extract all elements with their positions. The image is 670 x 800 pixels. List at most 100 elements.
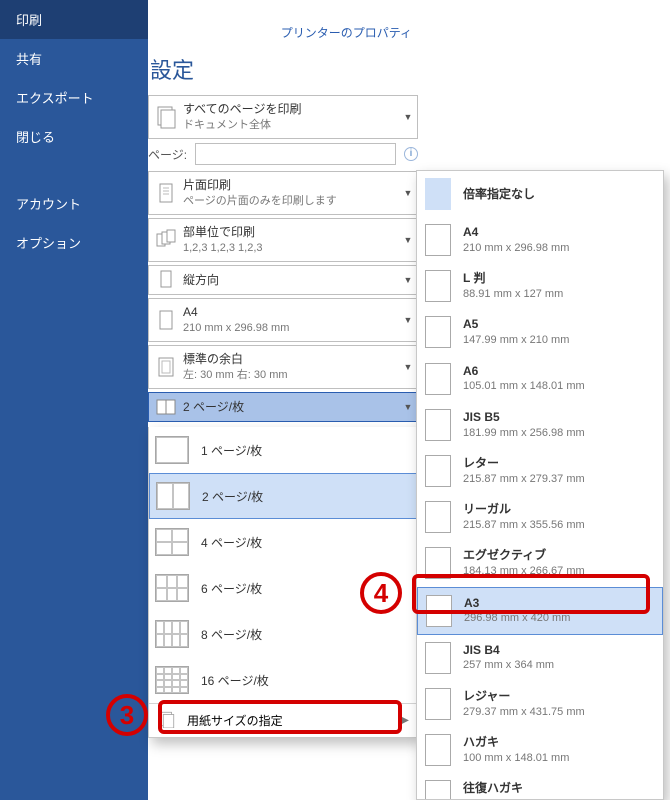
paper-name: JIS B5 [463,409,585,426]
paper-name: A3 [464,595,570,612]
setting-sub: 210 mm x 296.98 mm [183,321,399,336]
paper-name: L 判 [463,270,563,287]
pages-label: ページ: [148,146,187,163]
sidebar-label: アカウント [16,197,81,212]
paper-swatch-icon [426,595,452,627]
paper-swatch-icon [425,224,451,256]
paper-dim: 210 mm x 296.98 mm [463,241,569,256]
setting-label: 部単位で印刷 [183,224,399,240]
paper-dim: 100 mm x 148.01 mm [463,751,569,766]
paper-name: A5 [463,316,569,333]
pps-option-label: 6 ページ/枚 [201,580,262,597]
paper-name: JIS B4 [463,642,554,659]
paper-size-option[interactable]: ハガキ100 mm x 148.01 mm [417,727,663,773]
paper-size-option[interactable]: 倍率指定なし [417,171,663,217]
pps-option-label: 16 ページ/枚 [201,672,269,689]
setting-sides[interactable]: 片面印刷 ページの片面のみを印刷します ▼ [148,171,418,215]
pps-option[interactable]: 2 ページ/枚 [149,473,417,519]
pps-option[interactable]: 4 ページ/枚 [149,519,417,565]
paper-size-option[interactable]: JIS B5181.99 mm x 256.98 mm [417,402,663,448]
paper-swatch-icon [425,270,451,302]
info-icon[interactable]: i [404,147,418,161]
chevron-down-icon: ▼ [399,275,417,285]
setting-label: 2 ページ/枚 [183,399,399,415]
paper-swatch-icon [425,642,451,674]
pages-per-sheet-menu: 1 ページ/枚 2 ページ/枚4 ページ/枚 6 ページ/枚 8 ページ/枚 16 ペー… [148,427,418,738]
setting-label: A4 [183,304,399,320]
sidebar-item-options[interactable]: オプション [0,223,148,262]
setting-print-range[interactable]: すべてのページを印刷 ドキュメント全体 ▼ [148,95,418,139]
paper-dim: 215.87 mm x 279.37 mm [463,472,585,487]
printer-properties-link[interactable]: プリンターのプロパティ [148,6,418,51]
paper-dim: 279.37 mm x 431.75 mm [463,705,585,720]
sidebar-item-share[interactable]: 共有 [0,39,148,78]
paper-dim: 147.99 mm x 210 mm [463,333,569,348]
setting-sub: 1,2,3 1,2,3 1,2,3 [183,241,399,256]
setting-orientation[interactable]: 縦方向 ▼ [148,265,418,295]
sidebar-item-export[interactable]: エクスポート [0,78,148,117]
paper-size-option[interactable]: リーガル215.87 mm x 355.56 mm [417,494,663,540]
paper-name: A6 [463,363,585,380]
paper-swatch-icon [425,409,451,441]
collate-icon [149,228,183,252]
paper-name: エグゼクティブ [463,547,585,564]
paper-swatch-icon [425,178,451,210]
pps-thumb-icon [155,620,189,648]
pps-option[interactable]: 16 ページ/枚 [149,657,417,703]
sidebar-item-print[interactable]: 印刷 [0,0,148,39]
portrait-icon [149,268,183,292]
paper-name: 倍率指定なし [463,186,535,203]
paper-size-option[interactable]: エグゼクティブ184.13 mm x 266.67 mm [417,540,663,586]
setting-paper-size[interactable]: A4 210 mm x 296.98 mm ▼ [148,298,418,342]
paper-size-icon [157,710,177,731]
paper-swatch-icon [425,734,451,766]
pps-option-label: 8 ページ/枚 [201,626,262,643]
sidebar-label: オプション [16,236,81,251]
paper-dim: 181.99 mm x 256.98 mm [463,426,585,441]
sidebar-label: 印刷 [16,13,42,28]
paper-name: ハガキ [463,734,569,751]
pps-specify-paper-size[interactable]: 用紙サイズの指定▶ [149,703,417,737]
paper-dim: 88.91 mm x 127 mm [463,287,563,302]
paper-size-option[interactable]: L 判88.91 mm x 127 mm [417,263,663,309]
paper-swatch-icon [425,780,451,800]
paper-name: A4 [463,224,569,241]
paper-swatch-icon [425,547,451,579]
paper-dim: 184.13 mm x 266.67 mm [463,564,585,579]
pages-input[interactable] [195,143,396,165]
pps-thumb-icon [155,436,189,464]
chevron-down-icon: ▼ [399,112,417,122]
pps-thumb-icon [155,574,189,602]
paper-size-option[interactable]: JIS B4257 mm x 364 mm [417,635,663,681]
sidebar-label: 閉じる [16,130,55,145]
paper-dim: 257 mm x 364 mm [463,658,554,673]
pages-icon [149,105,183,129]
pps-option-label: 1 ページ/枚 [201,442,262,459]
setting-label: 標準の余白 [183,351,399,367]
paper-size-option[interactable]: 往復ハガキ148.01 mm x 200 mm [417,773,663,800]
pps-thumb-icon [155,666,189,694]
pps-option[interactable]: 1 ページ/枚 [149,427,417,473]
backstage-sidebar: 印刷 共有 エクスポート 閉じる アカウント オプション [0,0,148,800]
pps-option[interactable]: 8 ページ/枚 [149,611,417,657]
setting-pages-per-sheet[interactable]: 2 ページ/枚 ▼ [148,392,418,422]
paper-size-option[interactable]: A6105.01 mm x 148.01 mm [417,356,663,402]
setting-margins[interactable]: 標準の余白 左: 30 mm 右: 30 mm ▼ [148,345,418,389]
paper-size-option[interactable]: A4210 mm x 296.98 mm [417,217,663,263]
paper-size-option[interactable]: レター215.87 mm x 279.37 mm [417,448,663,494]
pps-thumb-icon [155,528,189,556]
paper-size-option[interactable]: A5147.99 mm x 210 mm [417,309,663,355]
pps-option[interactable]: 6 ページ/枚 [149,565,417,611]
paper-swatch-icon [425,363,451,395]
paper-size-option[interactable]: レジャー279.37 mm x 431.75 mm [417,681,663,727]
sidebar-label: 共有 [16,52,42,67]
print-settings-pane: プリンターのプロパティ 設定 すべてのページを印刷 ドキュメント全体 ▼ ページ… [148,0,418,425]
paper-dim: 296.98 mm x 420 mm [464,611,570,626]
chevron-down-icon: ▼ [399,362,417,372]
sidebar-item-close[interactable]: 閉じる [0,117,148,156]
setting-sub: 左: 30 mm 右: 30 mm [183,368,399,383]
paper-size-option[interactable]: A3296.98 mm x 420 mm [417,587,663,635]
sidebar-item-account[interactable]: アカウント [0,184,148,223]
setting-collate[interactable]: 部単位で印刷 1,2,3 1,2,3 1,2,3 ▼ [148,218,418,262]
setting-label: 片面印刷 [183,177,399,193]
